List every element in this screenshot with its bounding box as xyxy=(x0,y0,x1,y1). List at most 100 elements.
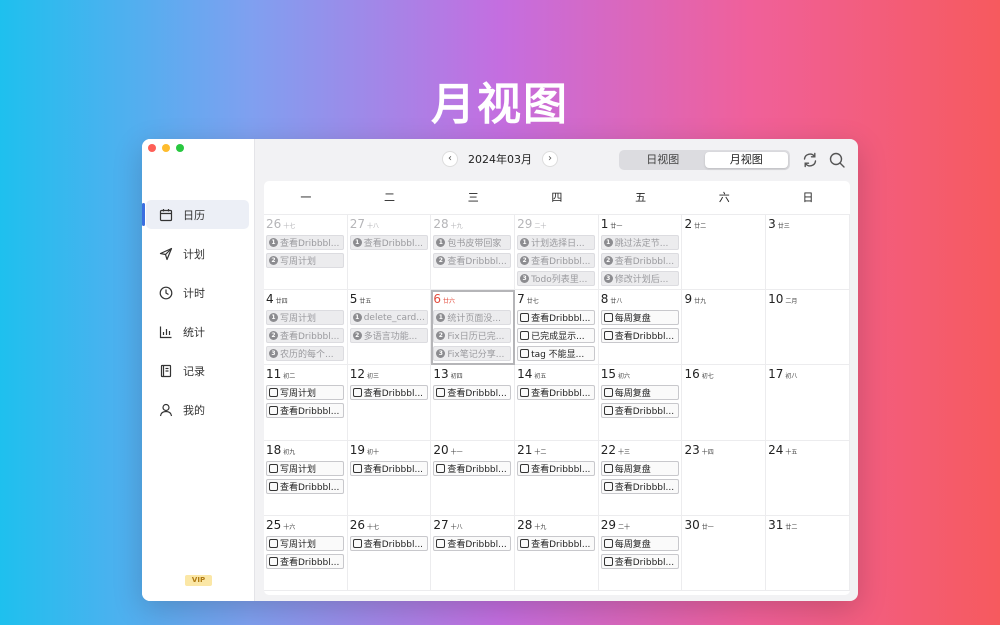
day-cell[interactable]: 31 廿二 xyxy=(766,515,850,591)
day-cell[interactable]: 10 二月 xyxy=(766,290,850,366)
task-chip[interactable]: 查看Dribbbl... xyxy=(600,553,679,569)
task-chip[interactable]: 1 写周计划 xyxy=(266,310,344,326)
checkbox[interactable] xyxy=(436,538,446,548)
task-chip[interactable]: 查看Dribbbl... xyxy=(266,478,344,494)
checkbox[interactable] xyxy=(520,463,530,473)
task-chip[interactable]: tag 不能显... xyxy=(517,346,596,362)
day-cell[interactable]: 25 十六 写周计划 查看Dribbbl... xyxy=(264,515,348,591)
prev-month-button[interactable]: ‹ xyxy=(442,151,458,167)
vip-badge[interactable]: VIP xyxy=(185,575,212,586)
day-cell[interactable]: 4 廿四 1 写周计划 2 查看Dribbbl... 3 农历的每个... xyxy=(264,290,348,366)
day-cell[interactable]: 16 初七 xyxy=(682,365,767,441)
next-month-button[interactable]: › xyxy=(542,151,558,167)
checkbox[interactable] xyxy=(603,331,613,341)
sidebar-item-calendar[interactable]: 日历 xyxy=(142,200,249,229)
day-cell[interactable]: 22 十三 每周复盘 查看Dribbbl... xyxy=(598,440,683,516)
task-chip[interactable]: 查看Dribbbl... xyxy=(517,385,596,401)
checkbox[interactable] xyxy=(520,538,530,548)
checkbox[interactable] xyxy=(520,349,530,359)
day-cell[interactable]: 3 廿三 xyxy=(766,215,850,291)
day-cell[interactable]: 18 初九 写周计划 查看Dribbbl... xyxy=(264,440,348,516)
checkbox[interactable] xyxy=(603,481,613,491)
checkbox[interactable] xyxy=(603,388,613,398)
day-cell[interactable]: 15 初六 每周复盘 查看Dribbbl... xyxy=(598,365,683,441)
day-cell[interactable]: 24 十五 xyxy=(766,440,850,516)
task-chip[interactable]: 1 包书皮带回家 xyxy=(433,235,512,250)
day-cell[interactable]: 28 十九 1 包书皮带回家 2 查看Dribbbl... xyxy=(431,215,516,291)
day-cell[interactable]: 26 十七 1 查看Dribbbl... 2 写周计划 xyxy=(264,215,348,291)
day-cell[interactable]: 27 十八 查看Dribbbl... xyxy=(431,515,516,591)
day-cell[interactable]: 17 初八 xyxy=(766,365,850,441)
day-cell[interactable]: 27 十八 1 查看Dribbbl... xyxy=(347,215,432,291)
checkbox[interactable] xyxy=(352,463,362,473)
minimize-window-button[interactable] xyxy=(162,144,170,152)
task-chip[interactable]: 每周复盘 xyxy=(600,535,679,551)
refresh-button[interactable] xyxy=(801,151,819,169)
day-cell[interactable]: 1 廿一 1 跳过法定节... 2 查看Dribbbl... 3 修改计划后... xyxy=(598,215,683,291)
task-chip[interactable]: 查看Dribbbl... xyxy=(600,478,679,494)
task-chip[interactable]: 查看Dribbbl... xyxy=(266,553,344,569)
task-chip[interactable]: 每周复盘 xyxy=(600,310,679,326)
task-chip[interactable]: 查看Dribbbl... xyxy=(349,535,428,551)
day-cell[interactable]: 29 二十 每周复盘 查看Dribbbl... xyxy=(598,515,683,591)
day-cell[interactable]: 29 二十 1 计划选择日... 2 查看Dribbbl... 3 Todo列表里... xyxy=(515,215,599,291)
day-cell[interactable]: 11 初二 写周计划 查看Dribbbl... xyxy=(264,365,348,441)
task-chip[interactable]: 查看Dribbbl... xyxy=(517,310,596,326)
checkbox[interactable] xyxy=(436,463,446,473)
task-chip[interactable]: 写周计划 xyxy=(266,460,344,476)
checkbox[interactable] xyxy=(436,388,446,398)
day-cell[interactable]: 14 初五 查看Dribbbl... xyxy=(515,365,599,441)
month-view-tab[interactable]: 月视图 xyxy=(704,152,788,168)
task-chip[interactable]: 1 统计页面没... xyxy=(433,310,512,326)
day-cell[interactable]: 12 初三 查看Dribbbl... xyxy=(347,365,432,441)
sidebar-item-stats[interactable]: 统计 xyxy=(146,317,249,346)
task-chip[interactable]: 查看Dribbbl... xyxy=(266,403,344,419)
task-chip[interactable]: 2 查看Dribbbl... xyxy=(600,253,679,268)
day-cell[interactable]: 5 廿五 1 delete_card... 2 多语言功能... xyxy=(347,290,432,366)
checkbox[interactable] xyxy=(352,538,362,548)
task-chip[interactable]: 已完成显示... xyxy=(517,328,596,344)
task-chip[interactable]: 查看Dribbbl... xyxy=(349,385,428,401)
task-chip[interactable]: 1 查看Dribbbl... xyxy=(266,235,344,250)
sidebar-item-profile[interactable]: 我的 xyxy=(146,395,249,424)
task-chip[interactable]: 查看Dribbbl... xyxy=(433,460,512,476)
checkbox[interactable] xyxy=(603,313,613,323)
sidebar-item-records[interactable]: 记录 xyxy=(146,356,249,385)
checkbox[interactable] xyxy=(603,556,613,566)
day-cell[interactable]: 7 廿七 查看Dribbbl... 已完成显示... tag 不能显... xyxy=(515,290,599,366)
task-chip[interactable]: 2 查看Dribbbl... xyxy=(517,253,596,268)
day-cell[interactable]: 19 初十 查看Dribbbl... xyxy=(347,440,432,516)
task-chip[interactable]: 查看Dribbbl... xyxy=(517,460,596,476)
task-chip[interactable]: 每周复盘 xyxy=(600,385,679,401)
task-chip[interactable]: 2 Fix日历已完... xyxy=(433,328,512,344)
task-chip[interactable]: 1 跳过法定节... xyxy=(600,235,679,250)
checkbox[interactable] xyxy=(520,388,530,398)
sidebar-item-timer[interactable]: 计时 xyxy=(146,278,249,307)
day-cell[interactable]: 20 十一 查看Dribbbl... xyxy=(431,440,516,516)
day-cell-today[interactable]: 6 廿六 1 统计页面没... 2 Fix日历已完... 3 Fix笔记分享... xyxy=(431,290,516,366)
task-chip[interactable]: 1 查看Dribbbl... xyxy=(349,235,428,250)
task-chip[interactable]: 每周复盘 xyxy=(600,460,679,476)
task-chip[interactable]: 1 计划选择日... xyxy=(517,235,596,250)
task-chip[interactable]: 写周计划 xyxy=(266,535,344,551)
checkbox[interactable] xyxy=(520,313,530,323)
task-chip[interactable]: 2 多语言功能... xyxy=(349,328,428,344)
checkbox[interactable] xyxy=(603,538,613,548)
checkbox[interactable] xyxy=(269,406,278,416)
day-cell[interactable]: 23 十四 xyxy=(682,440,767,516)
checkbox[interactable] xyxy=(269,463,278,473)
task-chip[interactable]: 2 查看Dribbbl... xyxy=(266,328,344,344)
task-chip[interactable]: 查看Dribbbl... xyxy=(600,403,679,419)
task-chip[interactable]: 3 修改计划后... xyxy=(600,271,679,286)
task-chip[interactable]: 3 Todo列表里... xyxy=(517,271,596,286)
day-view-tab[interactable]: 日视图 xyxy=(621,152,705,168)
checkbox[interactable] xyxy=(603,463,613,473)
day-cell[interactable]: 13 初四 查看Dribbbl... xyxy=(431,365,516,441)
checkbox[interactable] xyxy=(269,481,278,491)
task-chip[interactable]: 查看Dribbbl... xyxy=(433,535,512,551)
task-chip[interactable]: 查看Dribbbl... xyxy=(600,328,679,344)
day-cell[interactable]: 9 廿九 xyxy=(682,290,767,366)
checkbox[interactable] xyxy=(269,388,278,398)
task-chip[interactable]: 查看Dribbbl... xyxy=(433,385,512,401)
task-chip[interactable]: 3 农历的每个... xyxy=(266,346,344,362)
